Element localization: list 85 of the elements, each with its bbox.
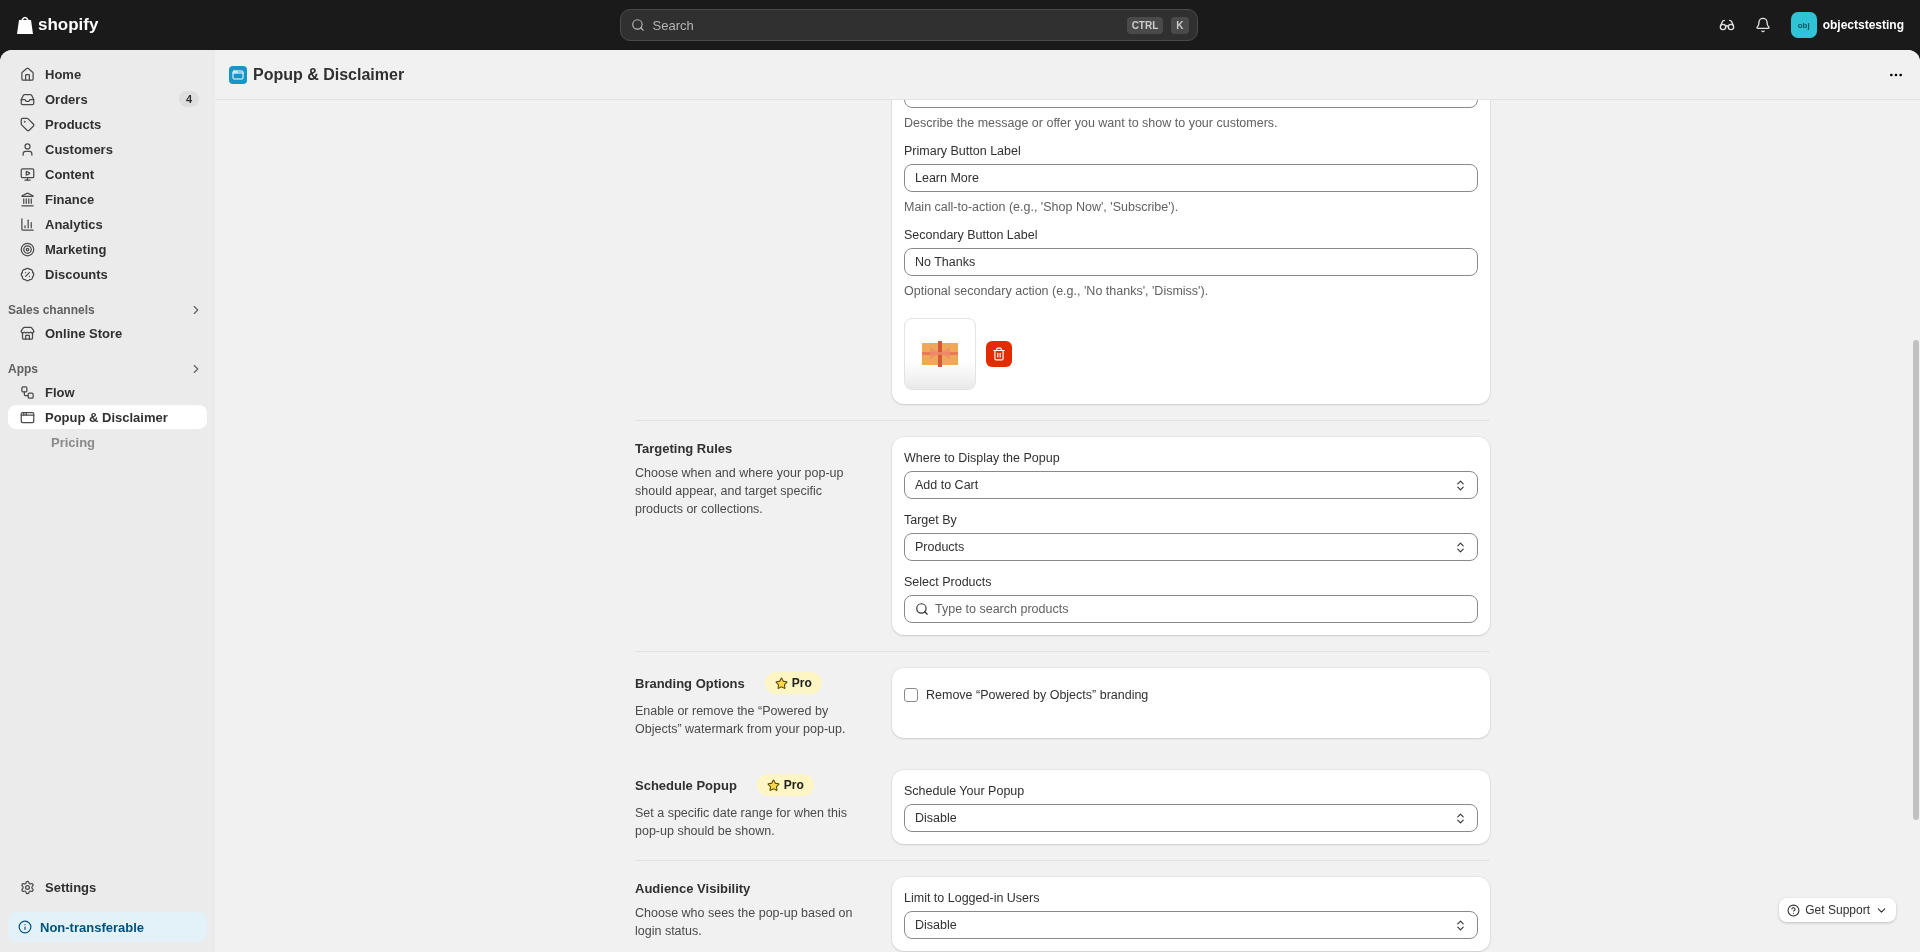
section-description: Enable or remove the “Powered by Objects” watermark from your pop-up. (635, 703, 847, 738)
section-description: Choose when and where your pop-up should appear, and target specific products or collections. (635, 465, 845, 518)
section-description: Set a specific date range for when this pop-up should be shown. (635, 805, 848, 840)
nav-icon (20, 409, 35, 425)
glasses-icon[interactable] (1718, 17, 1735, 33)
support-button[interactable]: Get Support (1779, 898, 1896, 922)
store-avatar: obj (1790, 12, 1817, 38)
chevron-updown-icon (1454, 478, 1467, 492)
scrollbar-thumb[interactable] (1913, 340, 1919, 820)
sidebar-item[interactable]: Online Store (8, 321, 207, 345)
shopify-logo[interactable]: shopify (16, 15, 99, 35)
section-title: Schedule Popup (635, 777, 737, 793)
info-icon (18, 920, 32, 934)
sidebar-item[interactable]: Content (8, 162, 207, 186)
store-menu[interactable]: obj objectstesting (1790, 12, 1904, 38)
field-label: Schedule Your Popup (904, 784, 1026, 798)
nav-icon (20, 191, 35, 207)
section-description: Choose who sees the pop-up based on login status. (635, 905, 854, 940)
bell-icon[interactable] (1754, 17, 1771, 33)
section-title: Branding Options (635, 675, 745, 691)
nav-icon (20, 241, 35, 257)
section-heading: Apps (8, 362, 38, 376)
nav-icon (20, 384, 35, 400)
sidebar-item[interactable]: Finance (8, 187, 207, 211)
sidebar-item[interactable]: Home (8, 62, 207, 86)
nav-icon (20, 91, 35, 107)
settings-icon (20, 879, 35, 895)
helper-text: Describe the message or offer you want to show to your customers. (904, 116, 1279, 130)
star-icon (766, 778, 780, 792)
help-icon (1787, 903, 1801, 917)
search-field[interactable]: Search CTRL K (619, 9, 1198, 41)
search-icon (915, 602, 929, 616)
trash-icon (992, 347, 1006, 361)
star-icon (774, 676, 788, 690)
helper-text: Main call-to-action (e.g., 'Shop Now', 'Subscribe'). (904, 200, 1180, 214)
page-title: Popup & Disclaimer (229, 65, 405, 84)
checkbox[interactable] (904, 688, 918, 702)
sidebar-item[interactable]: Orders 4 (8, 87, 207, 111)
shortcut-key: CTRL (1126, 16, 1164, 34)
pro-badge: Pro (756, 774, 814, 796)
checkbox-label[interactable]: Remove “Powered by Objects” branding (904, 682, 1478, 708)
text-field[interactable]: No Thanks (904, 248, 1478, 276)
section-title: Audience Visibility (635, 881, 751, 896)
nav-icon (20, 216, 35, 232)
select-field[interactable]: Disable (904, 911, 1478, 939)
sidebar-item[interactable]: Analytics (8, 212, 207, 236)
shortcut-key: K (1171, 16, 1189, 34)
sidebar-item[interactable]: Settings (8, 875, 207, 899)
notice-banner[interactable]: Non-transferable (8, 912, 207, 942)
sidebar-item[interactable]: Customers (8, 137, 207, 161)
nav-icon (20, 325, 35, 341)
app-icon (229, 65, 247, 84)
field-label: Target By (904, 513, 958, 527)
sidebar-item[interactable]: Popup & Disclaimer (8, 405, 207, 429)
bag-icon (16, 15, 34, 35)
select-field[interactable]: Add to Cart (904, 471, 1478, 499)
helper-text: Optional secondary action (e.g., 'No thanks', 'Dismiss'). (904, 284, 1210, 298)
chevron-updown-icon (1454, 540, 1467, 554)
section-heading: Sales channels (8, 303, 95, 317)
search-field[interactable]: Type to search products (904, 595, 1478, 623)
select-field[interactable]: Disable (904, 804, 1478, 832)
field-label: Where to Display the Popup (904, 451, 1061, 465)
sidebar-item[interactable]: Marketing (8, 237, 207, 261)
chevron-updown-icon (1454, 811, 1467, 825)
field-label: Secondary Button Label (904, 228, 1039, 242)
sidebar-item[interactable]: Products (8, 112, 207, 136)
sidebar-item[interactable]: Discounts (8, 262, 207, 286)
field-label: Primary Button Label (904, 144, 1022, 158)
field-label: Select Products (904, 575, 993, 589)
delete-button[interactable] (986, 341, 1012, 367)
select-field[interactable]: Products (904, 533, 1478, 561)
nav-icon (20, 141, 35, 157)
pro-badge: Pro (764, 672, 822, 694)
nav-icon (20, 116, 35, 132)
section-title: Targeting Rules (635, 441, 733, 456)
gift-box-drawing (922, 341, 958, 367)
count-badge: 4 (178, 91, 199, 107)
nav-icon (20, 66, 35, 82)
nav-icon (20, 266, 35, 282)
search-icon (630, 18, 645, 32)
text-field[interactable]: Learn More (904, 164, 1478, 192)
nav-icon (20, 166, 35, 182)
sidebar-item[interactable]: Flow (8, 380, 207, 404)
chevron-updown-icon (1454, 918, 1467, 932)
field-label: Limit to Logged-in Users (904, 891, 1041, 905)
